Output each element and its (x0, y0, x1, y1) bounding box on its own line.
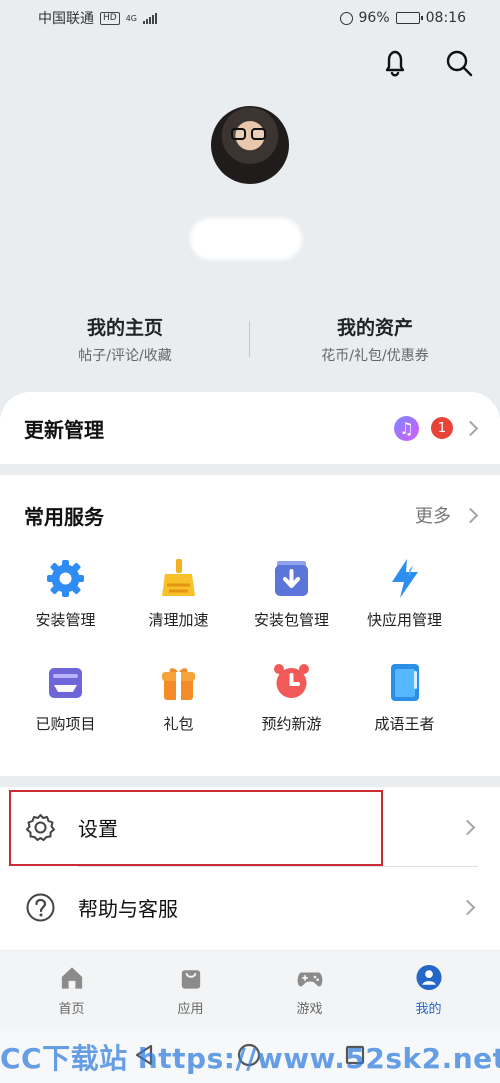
avatar[interactable] (211, 106, 289, 184)
search-icon[interactable] (444, 48, 474, 78)
gamepad-icon (296, 963, 324, 991)
service-label: 预约新游 (261, 715, 322, 733)
service-label: 已购项目 (35, 715, 96, 733)
service-gift[interactable]: 礼包 (122, 659, 235, 755)
my-homepage-link[interactable]: 我的主页 帖子/评论/收藏 (0, 313, 250, 367)
nav-games[interactable]: 游戏 (260, 958, 360, 1022)
service-new-game-reservation[interactable]: 预约新游 (235, 659, 348, 755)
gift-icon (157, 661, 200, 704)
purchased-icon (44, 661, 87, 704)
update-management-row[interactable]: 更新管理 ♫ 1 (0, 392, 500, 464)
service-quick-app-management[interactable]: 快应用管理 (348, 555, 461, 651)
my-homepage-subtitle: 帖子/评论/收藏 (78, 348, 172, 364)
status-bar: 中国联通 HD 4G 96% 08:16 (0, 0, 500, 36)
gear-outline-icon (24, 811, 56, 843)
update-management-title: 更新管理 (24, 417, 104, 442)
status-time: 08:16 (425, 10, 466, 26)
service-idiom-king[interactable]: 成语王者 (348, 659, 461, 755)
nav-home[interactable]: 首页 (22, 958, 122, 1022)
top-actions (380, 48, 474, 78)
services-grid: 安装管理 清理加速 安装包管理 快应用管理 已购项目 礼包 预约新游 成语王者 (9, 555, 476, 755)
my-assets-link[interactable]: 我的资产 花币/礼包/优惠券 (250, 313, 500, 367)
settings-card: 设置 帮助与客服 (0, 787, 500, 950)
book-icon (383, 661, 426, 704)
alarm-icon (339, 11, 353, 25)
my-assets-title: 我的资产 (336, 317, 413, 339)
shopping-bag-icon (177, 963, 205, 991)
update-count-badge: 1 (431, 417, 453, 439)
watermark: CC下载站 https://www.52sk2.net (0, 1042, 500, 1075)
service-label: 安装管理 (35, 611, 96, 629)
nav-apps-label: 应用 (177, 1002, 204, 1017)
gear-icon (44, 557, 87, 600)
service-label: 安装包管理 (253, 611, 329, 629)
help-support-label: 帮助与客服 (78, 896, 178, 921)
search-icon-svg (446, 50, 473, 77)
service-label: 快应用管理 (366, 611, 442, 629)
signal-icon (143, 12, 157, 24)
more-label: 更多 (415, 506, 451, 527)
broom-icon (157, 557, 200, 600)
service-label: 清理加速 (148, 611, 209, 629)
chevron-right-icon (462, 507, 479, 523)
nav-home-label: 首页 (58, 1002, 85, 1017)
nav-me-label: 我的 (415, 1002, 442, 1017)
nav-apps[interactable]: 应用 (141, 958, 241, 1022)
update-right: ♫ 1 (394, 415, 479, 441)
service-label: 礼包 (163, 715, 194, 733)
status-left: 中国联通 HD 4G (38, 8, 157, 28)
profile-divider (249, 321, 250, 357)
bell-icon[interactable] (380, 48, 410, 78)
carrier-text: 中国联通 (38, 11, 94, 27)
services-title: 常用服务 (24, 504, 104, 529)
username-mask (190, 218, 302, 260)
network-label: 4G (125, 13, 137, 23)
battery-icon (395, 12, 423, 24)
home-icon (58, 963, 86, 991)
help-support-row[interactable]: 帮助与客服 (0, 867, 500, 947)
battery-percent: 96% (358, 10, 390, 26)
chevron-right-icon (459, 819, 476, 835)
profile-icon (415, 963, 443, 991)
common-services-card: 常用服务 更多 安装管理 清理加速 安装包管理 快应用管理 已购项目 礼包 预约… (0, 475, 500, 776)
music-app-icon: ♫ (394, 415, 419, 441)
profile-links: 我的主页 帖子/评论/收藏 我的资产 花币/礼包/优惠券 (0, 313, 500, 367)
settings-label: 设置 (78, 816, 118, 841)
more-services-link[interactable]: 更多 (415, 502, 479, 528)
chevron-right-icon (459, 899, 476, 915)
service-package-management[interactable]: 安装包管理 (235, 555, 348, 651)
service-clean-speed[interactable]: 清理加速 (122, 555, 235, 651)
my-assets-subtitle: 花币/礼包/优惠券 (321, 348, 429, 364)
help-icon (24, 891, 56, 923)
service-purchased-items[interactable]: 已购项目 (9, 659, 122, 755)
chevron-right-icon (462, 420, 479, 436)
status-right: 96% 08:16 (339, 10, 466, 26)
hd-badge: HD (100, 11, 120, 25)
alarm-clock-icon (270, 661, 313, 704)
bell-icon-svg (385, 50, 405, 77)
service-label: 成语王者 (374, 715, 435, 733)
my-homepage-title: 我的主页 (86, 317, 163, 339)
nav-me[interactable]: 我的 (379, 958, 479, 1022)
lightning-icon (383, 557, 426, 600)
package-download-icon (270, 557, 313, 600)
service-install-management[interactable]: 安装管理 (9, 555, 122, 651)
bottom-navigation: 首页 应用 游戏 我的 (0, 951, 500, 1029)
services-header: 常用服务 更多 (24, 475, 479, 555)
nav-games-label: 游戏 (296, 1002, 323, 1017)
settings-row[interactable]: 设置 (0, 787, 500, 867)
avatar-glasses (231, 128, 269, 144)
